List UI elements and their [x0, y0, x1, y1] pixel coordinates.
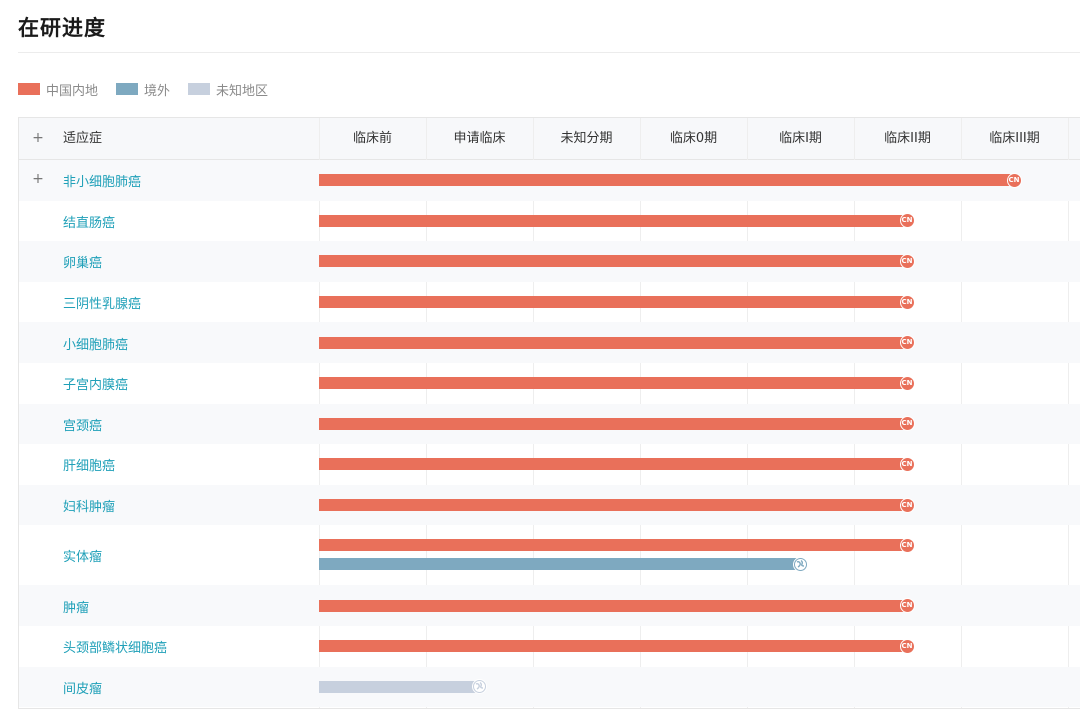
phase-header: 临床前	[352, 131, 392, 146]
cn-region-icon: CN	[899, 416, 915, 432]
indication-link[interactable]: 子宫内膜癌	[63, 374, 128, 393]
indication-link[interactable]: 肝细胞癌	[63, 455, 115, 474]
progress-bar[interactable]	[319, 174, 1015, 187]
progress-bar[interactable]	[319, 640, 908, 653]
phase-header: 临床II期	[884, 131, 931, 146]
table-row: 妇科肿瘤 CN	[19, 484, 1080, 526]
cn-region-icon: CN	[899, 294, 915, 310]
table-row: 间皮瘤	[19, 666, 1080, 708]
indication-link[interactable]: 实体瘤	[63, 546, 102, 565]
table-row: 小细胞肺癌 CN	[19, 322, 1080, 363]
progress-bar[interactable]	[319, 255, 908, 268]
table-row: 卵巢癌 CN	[19, 241, 1080, 282]
indication-header: 适应症	[63, 131, 103, 146]
table-header: + 适应症 临床前 申请临床 未知分期 临床0期 临床I期 临床II期 临床III期	[19, 118, 1080, 160]
phase-header: 临床III期	[989, 131, 1040, 146]
progress-bar[interactable]	[319, 336, 908, 349]
table-row: 实体瘤 CN	[19, 525, 1080, 585]
legend-item-overseas[interactable]: 境外	[116, 80, 170, 99]
progress-bar[interactable]	[319, 680, 480, 693]
table-row: 头颈部鳞状细胞癌 CN	[19, 626, 1080, 667]
phase-header: 临床I期	[779, 131, 822, 146]
title-divider	[18, 52, 1080, 53]
cn-region-icon: CN	[899, 335, 915, 351]
progress-bar[interactable]	[319, 558, 801, 571]
progress-bar[interactable]	[319, 417, 908, 430]
table-row: 肝细胞癌 CN	[19, 444, 1080, 485]
indication-link[interactable]: 肿瘤	[63, 597, 89, 616]
cn-region-icon: CN	[899, 537, 915, 553]
page-title: 在研进度	[18, 16, 106, 40]
cn-region-icon: CN	[1006, 172, 1022, 188]
cn-region-icon: CN	[899, 253, 915, 269]
legend: 中国内地 境外 未知地区	[18, 80, 286, 99]
table-row: 子宫内膜癌 CN	[19, 363, 1080, 404]
indication-link[interactable]: 小细胞肺癌	[63, 334, 128, 353]
indication-link[interactable]: 结直肠癌	[63, 212, 115, 231]
legend-swatch	[116, 83, 139, 95]
table-row: 结直肠癌 CN	[19, 201, 1080, 242]
expand-all-icon[interactable]: +	[31, 131, 45, 146]
progress-bar[interactable]	[319, 458, 908, 471]
expand-row-icon[interactable]: +	[31, 172, 45, 187]
indication-link[interactable]: 非小细胞肺癌	[63, 171, 141, 190]
globe-icon	[471, 679, 487, 695]
table-row: 肿瘤 CN	[19, 585, 1080, 626]
legend-swatch	[188, 83, 211, 95]
legend-item-unknown[interactable]: 未知地区	[188, 80, 268, 99]
cn-region-icon: CN	[899, 375, 915, 391]
indication-link[interactable]: 头颈部鳞状细胞癌	[63, 637, 167, 656]
legend-item-mainland[interactable]: 中国内地	[18, 80, 98, 99]
cn-region-icon: CN	[899, 456, 915, 472]
progress-bar[interactable]	[319, 499, 908, 512]
indication-link[interactable]: 妇科肿瘤	[63, 496, 115, 515]
progress-bar[interactable]	[319, 599, 908, 612]
cn-region-icon: CN	[899, 213, 915, 229]
table-row: 三阴性乳腺癌 CN	[19, 282, 1080, 323]
legend-label: 中国内地	[46, 83, 99, 99]
progress-bar[interactable]	[319, 214, 908, 227]
table-row: + 非小细胞肺癌 CN	[19, 160, 1080, 201]
legend-label: 未知地区	[216, 83, 269, 99]
pipeline-table: + 适应症 临床前 申请临床 未知分期 临床0期 临床I期 临床II期 临床III期 + 非小…	[18, 117, 1080, 709]
indication-link[interactable]: 卵巢癌	[63, 252, 102, 271]
progress-bar[interactable]	[319, 296, 908, 309]
globe-icon	[792, 556, 808, 572]
progress-bar[interactable]	[319, 377, 908, 390]
phase-header: 临床0期	[669, 131, 718, 146]
cn-region-icon: CN	[899, 598, 915, 614]
legend-swatch	[18, 83, 40, 95]
legend-label: 境外	[144, 83, 171, 99]
cn-region-icon: CN	[899, 497, 915, 513]
table-row: 宫颈癌 CN	[19, 403, 1080, 445]
indication-link[interactable]: 三阴性乳腺癌	[63, 293, 141, 312]
indication-link[interactable]: 宫颈癌	[63, 415, 102, 434]
phase-header: 申请临床	[453, 131, 506, 146]
progress-bar[interactable]	[319, 539, 908, 552]
phase-header: 未知分期	[560, 131, 613, 146]
cn-region-icon: CN	[899, 638, 915, 654]
indication-link[interactable]: 间皮瘤	[63, 678, 102, 697]
